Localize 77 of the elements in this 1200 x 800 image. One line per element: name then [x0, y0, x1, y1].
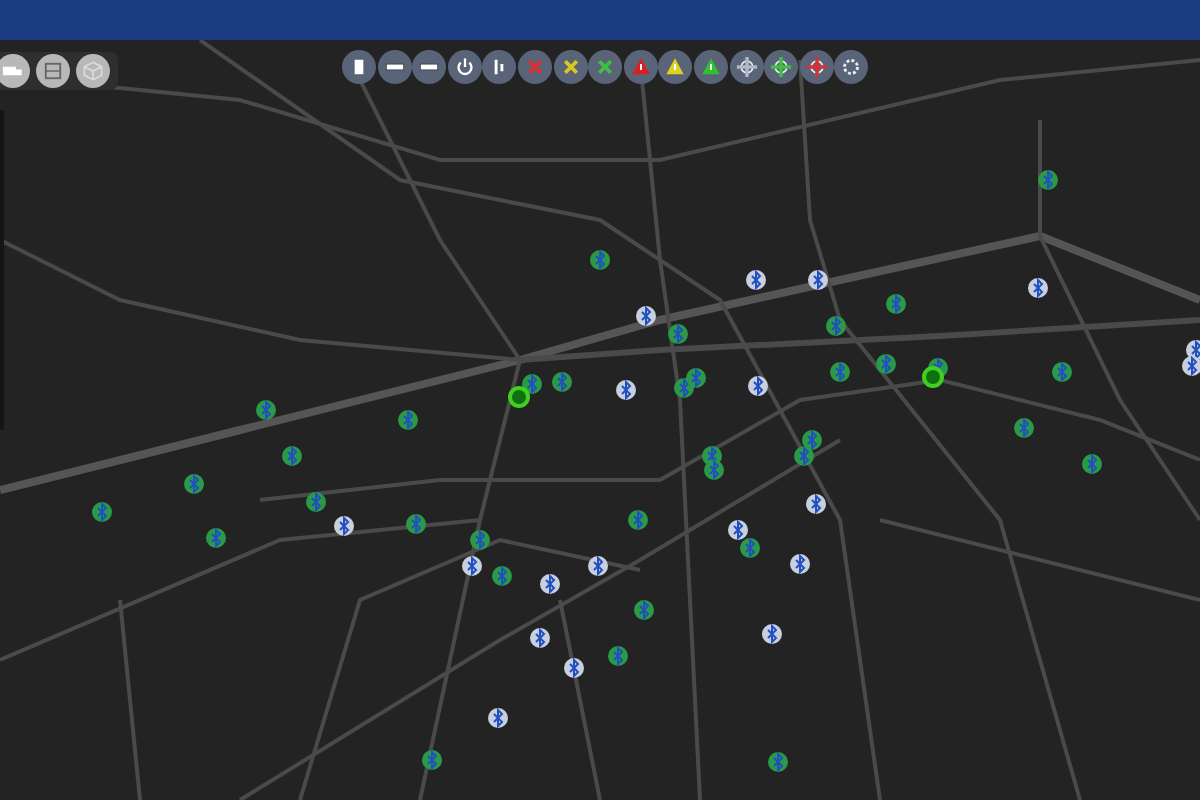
crosshair-button[interactable]: [764, 50, 799, 84]
cross-button[interactable]: [553, 50, 588, 84]
bluetooth-marker-icon[interactable]: [564, 658, 584, 678]
bluetooth-marker-icon[interactable]: [206, 528, 226, 548]
crosshair-button[interactable]: [799, 50, 834, 84]
bar-button[interactable]: [377, 50, 412, 84]
bluetooth-marker-icon[interactable]: [306, 492, 326, 512]
power-button[interactable]: [447, 50, 482, 84]
warning-icon: [697, 54, 724, 80]
bluetooth-marker-icon[interactable]: [540, 574, 560, 594]
bluetooth-marker-icon[interactable]: [886, 294, 906, 314]
warning-button[interactable]: [693, 50, 728, 84]
list-button[interactable]: [36, 54, 70, 88]
bluetooth-marker-icon[interactable]: [406, 514, 426, 534]
bluetooth-marker-icon[interactable]: [790, 554, 810, 574]
vehicle-marker-icon[interactable]: [508, 386, 530, 408]
power-icon: [451, 54, 478, 80]
bluetooth-marker-icon[interactable]: [1052, 362, 1072, 382]
bluetooth-marker-icon[interactable]: [826, 316, 846, 336]
crosshair-icon: [733, 54, 760, 80]
warning-icon: [627, 54, 654, 80]
bluetooth-marker-icon[interactable]: [634, 600, 654, 620]
list-icon: [40, 58, 66, 84]
warning-icon: [662, 54, 689, 80]
crosshair-button[interactable]: [729, 50, 764, 84]
bluetooth-marker-icon[interactable]: [588, 556, 608, 576]
cube-button[interactable]: [76, 54, 110, 88]
bluetooth-marker-icon[interactable]: [398, 410, 418, 430]
bluetooth-marker-icon[interactable]: [522, 374, 542, 394]
bluetooth-marker-icon[interactable]: [256, 400, 276, 420]
bar-button[interactable]: [412, 50, 447, 84]
bluetooth-marker-icon[interactable]: [616, 380, 636, 400]
bluetooth-marker-icon[interactable]: [488, 708, 508, 728]
vehicle-marker-icon[interactable]: [922, 366, 944, 388]
bluetooth-marker-icon[interactable]: [552, 372, 572, 392]
crosshair-icon: [768, 54, 795, 80]
bluetooth-marker-icon[interactable]: [740, 538, 760, 558]
document-button[interactable]: [342, 50, 376, 84]
warning-button[interactable]: [658, 50, 693, 84]
bluetooth-marker-icon[interactable]: [762, 624, 782, 644]
bluetooth-marker-icon[interactable]: [728, 520, 748, 540]
cube-icon: [80, 58, 106, 84]
gear-button[interactable]: [834, 50, 869, 84]
bluetooth-marker-icon[interactable]: [590, 250, 610, 270]
bluetooth-marker-icon[interactable]: [628, 510, 648, 530]
bluetooth-marker-icon[interactable]: [92, 502, 112, 522]
bluetooth-marker-icon[interactable]: [184, 474, 204, 494]
bluetooth-marker-icon[interactable]: [806, 494, 826, 514]
bluetooth-marker-icon[interactable]: [668, 324, 688, 344]
bluetooth-marker-icon[interactable]: [746, 270, 766, 290]
bluetooth-marker-icon[interactable]: [1186, 340, 1200, 360]
bluetooth-marker-icon[interactable]: [808, 270, 828, 290]
bluetooth-marker-icon[interactable]: [1038, 170, 1058, 190]
bluetooth-marker-icon[interactable]: [1182, 356, 1200, 376]
bluetooth-marker-icon[interactable]: [1082, 454, 1102, 474]
bluetooth-marker-icon[interactable]: [1028, 278, 1048, 298]
bluetooth-marker-icon[interactable]: [704, 460, 724, 480]
bluetooth-marker-icon[interactable]: [462, 556, 482, 576]
bluetooth-marker-icon[interactable]: [492, 566, 512, 586]
bluetooth-marker-icon[interactable]: [422, 750, 442, 770]
bluetooth-marker-icon[interactable]: [1014, 418, 1034, 438]
bluetooth-marker-icon[interactable]: [876, 354, 896, 374]
crosshair-icon: [803, 54, 830, 80]
cross-button[interactable]: [588, 50, 623, 84]
bluetooth-marker-icon[interactable]: [686, 368, 706, 388]
bluetooth-marker-icon[interactable]: [334, 516, 354, 536]
bluetooth-marker-icon[interactable]: [530, 628, 550, 648]
bluetooth-marker-icon[interactable]: [748, 376, 768, 396]
bluetooth-marker-icon[interactable]: [636, 306, 656, 326]
bluetooth-marker-icon[interactable]: [794, 446, 814, 466]
bluetooth-marker-icon[interactable]: [830, 362, 850, 382]
bluetooth-marker-icon[interactable]: [802, 430, 822, 450]
bluetooth-marker-icon[interactable]: [282, 446, 302, 466]
bluetooth-marker-icon[interactable]: [608, 646, 628, 666]
bluetooth-marker-icon[interactable]: [470, 530, 490, 550]
gear-icon: [838, 54, 865, 80]
bluetooth-marker-icon[interactable]: [768, 752, 788, 772]
